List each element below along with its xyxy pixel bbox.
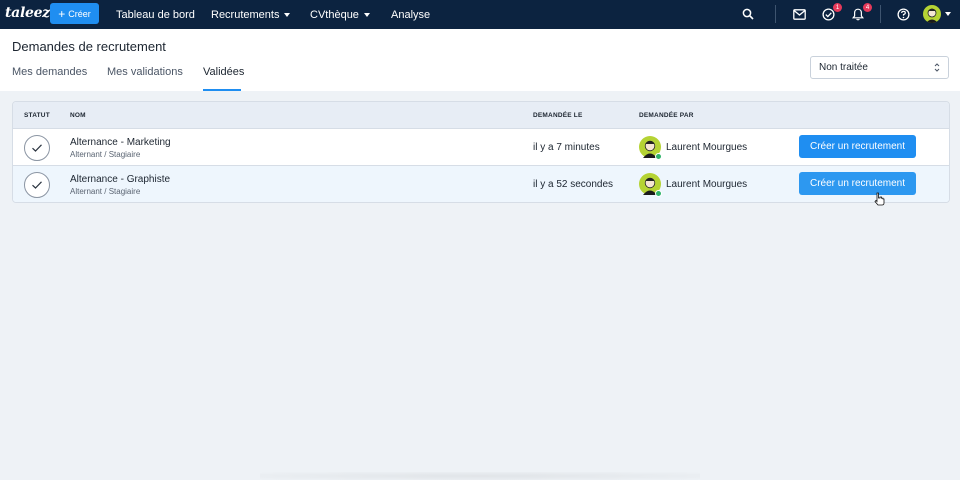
- top-navigation-bar: taleez + Créer Tableau de bord Recruteme…: [0, 0, 960, 29]
- create-recruitment-button[interactable]: Créer un recrutement: [799, 135, 916, 158]
- online-status-dot: [655, 153, 662, 160]
- request-name[interactable]: Alternance - Graphiste: [70, 174, 170, 185]
- nav-item-label: CVthèque: [310, 8, 359, 21]
- nav-item-recrutements[interactable]: Recrutements: [211, 0, 291, 29]
- plus-icon: +: [58, 6, 66, 21]
- column-header-demandee-le: DEMANDÉE LE: [533, 112, 583, 119]
- nav-item-tableau-de-bord[interactable]: Tableau de bord: [116, 0, 195, 29]
- page-header: Demandes de recrutement Mes demandes Mes…: [0, 29, 960, 91]
- user-avatar[interactable]: [923, 5, 941, 23]
- tab-mes-demandes[interactable]: Mes demandes: [12, 66, 87, 91]
- divider: [880, 5, 881, 23]
- page-title: Demandes de recrutement: [12, 39, 166, 54]
- table-row[interactable]: Alternance - Marketing Alternant / Stagi…: [13, 129, 949, 166]
- taleez-logo[interactable]: taleez: [5, 5, 50, 21]
- column-header-statut: STATUT: [24, 112, 50, 119]
- task-check-icon[interactable]: 1: [820, 3, 842, 22]
- nav-item-cvtheque[interactable]: CVthèque: [310, 0, 370, 29]
- status-filter-select[interactable]: Non traitée: [810, 56, 949, 79]
- requested-date: il y a 7 minutes: [533, 142, 600, 153]
- requester-name: Laurent Mourgues: [666, 179, 748, 190]
- requests-table: STATUT NOM DEMANDÉE LE DEMANDÉE PAR Alte…: [12, 101, 950, 203]
- chevron-down-icon[interactable]: [945, 12, 951, 16]
- notifications-count-badge: 4: [863, 3, 872, 12]
- bell-icon[interactable]: 4: [850, 3, 872, 22]
- nav-item-label: Analyse: [391, 8, 431, 21]
- chevron-down-icon: [284, 12, 291, 17]
- request-type: Alternant / Stagiaire: [70, 150, 141, 159]
- requester-name: Laurent Mourgues: [666, 142, 748, 153]
- mail-icon[interactable]: [791, 6, 807, 22]
- nav-item-label: Tableau de bord: [116, 8, 195, 21]
- divider: [775, 5, 776, 23]
- request-type: Alternant / Stagiaire: [70, 187, 141, 196]
- search-icon[interactable]: [740, 6, 756, 22]
- create-button-label: Créer: [68, 8, 91, 19]
- nav-item-label: Recrutements: [211, 8, 280, 21]
- online-status-dot: [655, 190, 662, 197]
- nav-item-analyse[interactable]: Analyse: [391, 0, 430, 29]
- requested-date: il y a 52 secondes: [533, 179, 614, 190]
- tab-mes-validations[interactable]: Mes validations: [107, 66, 183, 91]
- hand-cursor-icon: [874, 192, 885, 206]
- create-recruitment-button[interactable]: Créer un recrutement: [799, 172, 916, 195]
- select-arrows-icon: [934, 63, 940, 72]
- decorative-shadow: [260, 472, 700, 480]
- tab-validees[interactable]: Validées: [203, 66, 244, 91]
- validated-check-icon: [24, 172, 50, 198]
- column-header-demandee-par: DEMANDÉE PAR: [639, 112, 694, 119]
- validated-check-icon: [24, 135, 50, 161]
- table-row[interactable]: Alternance - Graphiste Alternant / Stagi…: [13, 166, 949, 202]
- help-icon[interactable]: [895, 6, 911, 22]
- request-name[interactable]: Alternance - Marketing: [70, 137, 171, 148]
- tasks-count-badge: 1: [833, 3, 842, 12]
- create-button[interactable]: + Créer: [50, 3, 99, 24]
- column-header-nom: NOM: [70, 112, 86, 119]
- status-filter-value: Non traitée: [819, 62, 868, 73]
- chevron-down-icon: [363, 12, 370, 17]
- table-header: STATUT NOM DEMANDÉE LE DEMANDÉE PAR: [13, 102, 949, 129]
